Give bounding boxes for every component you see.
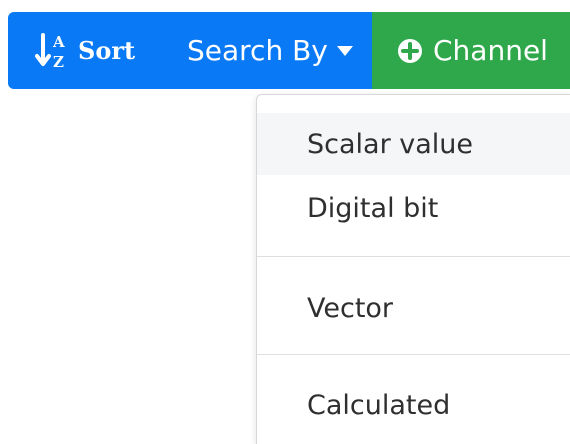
sort-label: Sort bbox=[78, 36, 136, 65]
sort-button[interactable]: A Z Sort bbox=[8, 12, 165, 89]
search-by-dropdown-menu: Scalar value Digital bit Vector Calculat… bbox=[256, 94, 570, 444]
add-channel-button[interactable]: Channel bbox=[372, 12, 570, 89]
svg-text:A: A bbox=[52, 33, 65, 51]
dropdown-item-label: Vector bbox=[307, 292, 394, 324]
dropdown-item-vector[interactable]: Vector bbox=[257, 277, 570, 339]
channel-label: Channel bbox=[433, 34, 548, 67]
dropdown-item-digital-bit[interactable]: Digital bit bbox=[257, 177, 570, 239]
dropdown-item-label: Digital bit bbox=[307, 192, 439, 224]
dropdown-item-label: Calculated bbox=[307, 389, 451, 421]
dropdown-divider bbox=[257, 256, 570, 257]
toolbar: A Z Sort Search By Channel bbox=[8, 12, 570, 89]
caret-down-icon bbox=[336, 45, 353, 56]
dropdown-item-label: Scalar value bbox=[307, 128, 474, 160]
dropdown-item-calculated[interactable]: Calculated bbox=[257, 374, 570, 436]
dropdown-divider bbox=[257, 354, 570, 355]
svg-text:Z: Z bbox=[53, 53, 64, 71]
plus-circle-icon bbox=[398, 38, 422, 63]
search-by-label: Search By bbox=[187, 34, 328, 67]
search-by-button[interactable]: Search By bbox=[165, 12, 372, 89]
dropdown-item-scalar-value[interactable]: Scalar value bbox=[257, 113, 570, 175]
sort-alpha-icon: A Z bbox=[35, 32, 65, 71]
